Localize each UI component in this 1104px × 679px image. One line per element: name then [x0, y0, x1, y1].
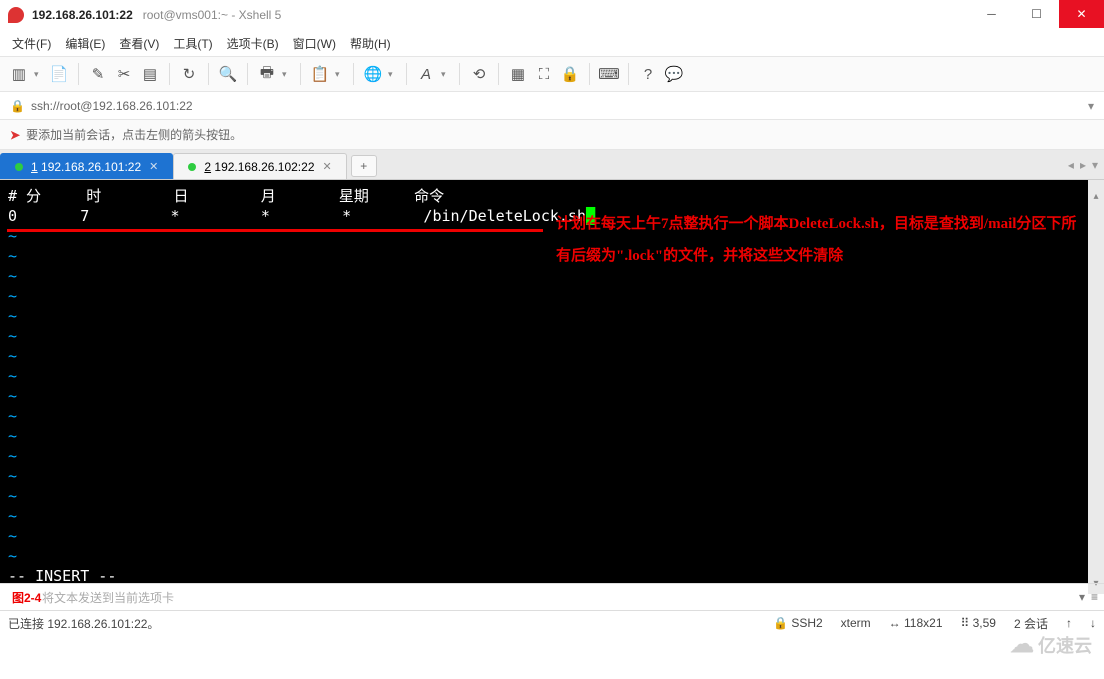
watermark-logo-icon: ☁ [1010, 630, 1034, 659]
cron-header: # 分 时 日 月 星期 命令 [8, 186, 1080, 206]
terminal-tilde: ~ [8, 466, 1080, 486]
terminal-tilde: ~ [8, 486, 1080, 506]
terminal-tilde: ~ [8, 406, 1080, 426]
address-bar: 🔒 ssh://root@192.168.26.101:22 ▾ [0, 92, 1104, 120]
title-host: 192.168.26.101:22 [32, 8, 133, 22]
terminal-tilde: ~ [8, 366, 1080, 386]
status-ssh: 🔒 SSH2 [773, 616, 823, 630]
hint-bar: ➤ 要添加当前会话，点击左侧的箭头按钮。 [0, 120, 1104, 150]
terminal-tilde: ~ [8, 346, 1080, 366]
menubar: 文件(F) 编辑(E) 查看(V) 工具(T) 选项卡(B) 窗口(W) 帮助(… [0, 30, 1104, 56]
address-url[interactable]: ssh://root@192.168.26.101:22 [31, 99, 193, 113]
fullscreen-icon[interactable]: ⛶ [533, 63, 555, 85]
status-connected: 已连接 192.168.26.101:22。 [8, 615, 159, 632]
reconnect-icon[interactable]: ↻ [178, 63, 200, 85]
open-icon[interactable]: 📄 [48, 63, 70, 85]
close-button[interactable]: ✕ [1059, 0, 1104, 28]
chat-icon[interactable]: 💬 [663, 63, 685, 85]
figure-label: 图2-4 [12, 589, 41, 606]
status-dot-icon [15, 163, 23, 171]
close-tab-icon[interactable]: ✕ [149, 160, 158, 173]
search-icon[interactable]: 🔍 [217, 63, 239, 85]
keypad-icon[interactable]: ⌨ [598, 63, 620, 85]
arrow-icon[interactable]: ➤ [10, 128, 20, 142]
tab-menu-icon[interactable]: ▾ [1092, 158, 1098, 172]
menu-edit[interactable]: 编辑(E) [65, 35, 105, 52]
menu-window[interactable]: 窗口(W) [293, 35, 336, 52]
tab-prev-icon[interactable]: ◂ [1068, 158, 1074, 172]
expand-icon[interactable]: ≡ [1091, 590, 1098, 604]
terminal-tilde: ~ [8, 306, 1080, 326]
arrow-down-icon[interactable]: ↓ [1090, 616, 1096, 630]
status-size: ↔ 118x21 [889, 616, 943, 630]
terminal-tilde: ~ [8, 526, 1080, 546]
highlight-underline [7, 229, 543, 232]
sessions-icon[interactable]: ▤ [139, 63, 161, 85]
status-sessions: 2 会话 [1014, 615, 1048, 632]
dropdown-icon[interactable]: ▾ [34, 69, 44, 80]
copy-icon[interactable]: 📋 [309, 63, 331, 85]
terminal-tilde: ~ [8, 446, 1080, 466]
new-session-icon[interactable]: ▥ [8, 63, 30, 85]
scroll-up-icon[interactable]: ▴ [1093, 191, 1098, 207]
terminal[interactable]: # 分 时 日 月 星期 命令 0 7 * * * /bin/DeleteLoc… [0, 180, 1104, 583]
grid-icon[interactable]: ▦ [507, 63, 529, 85]
menu-tabs[interactable]: 选项卡(B) [227, 35, 279, 52]
close-tab-icon[interactable]: ✕ [323, 160, 332, 173]
terminal-tilde: ~ [8, 546, 1080, 566]
font-icon[interactable]: A [415, 63, 437, 85]
dropdown-icon[interactable]: ▾ [335, 69, 345, 80]
menu-view[interactable]: 查看(V) [119, 35, 159, 52]
terminal-tilde: ~ [8, 506, 1080, 526]
minimize-button[interactable]: ─ [969, 0, 1014, 28]
menu-file[interactable]: 文件(F) [12, 35, 51, 52]
refresh-icon[interactable]: ⟲ [468, 63, 490, 85]
dropdown-icon[interactable]: ▾ [441, 69, 451, 80]
tab-next-icon[interactable]: ▸ [1080, 158, 1086, 172]
tab-session-1[interactable]: 1 192.168.26.101:22 ✕ [0, 153, 173, 179]
dropdown-icon[interactable]: ▾ [388, 69, 398, 80]
dropdown-icon[interactable]: ▾ [1088, 99, 1094, 113]
status-pos: ⠿ 3,59 [961, 616, 996, 630]
globe-icon[interactable]: 🌐 [362, 63, 384, 85]
edit-icon[interactable]: ✎ [87, 63, 109, 85]
cut-icon[interactable]: ✂ [113, 63, 135, 85]
tab-bar: 1 192.168.26.101:22 ✕ 2 192.168.26.102:2… [0, 150, 1104, 180]
arrow-up-icon[interactable]: ↑ [1066, 616, 1072, 630]
print-icon[interactable]: 🖶 [256, 63, 278, 85]
dropdown-icon[interactable]: ▾ [1079, 590, 1085, 604]
lock-icon[interactable]: 🔒 [559, 63, 581, 85]
watermark: ☁ 亿速云 [1010, 630, 1092, 659]
annotation-text: 计划在每天上午7点整执行一个脚本DeleteLock.sh，目标是查找到/mai… [556, 208, 1078, 272]
app-logo [8, 7, 24, 23]
status-term: xterm [841, 616, 871, 630]
scrollbar[interactable]: ▴ ▾ [1088, 191, 1104, 594]
broadcast-input-bar[interactable]: 图2-4 将文本发送到当前选项卡 ▾ ≡ [0, 583, 1104, 611]
lock-icon: 🔒 [10, 99, 25, 113]
tab-session-2[interactable]: 2 192.168.26.102:22 ✕ [173, 153, 346, 179]
menu-tools[interactable]: 工具(T) [173, 35, 212, 52]
dropdown-icon[interactable]: ▾ [282, 69, 292, 80]
maximize-button[interactable]: ☐ [1014, 0, 1059, 28]
hint-text: 要添加当前会话，点击左侧的箭头按钮。 [26, 126, 242, 143]
menu-help[interactable]: 帮助(H) [350, 35, 391, 52]
toolbar: ▥ ▾ 📄 ✎ ✂ ▤ ↻ 🔍 🖶 ▾ 📋 ▾ 🌐 ▾ A ▾ ⟲ ▦ ⛶ 🔒 ⌨ ? 💬 [0, 56, 1104, 92]
terminal-tilde: ~ [8, 386, 1080, 406]
terminal-tilde: ~ [8, 286, 1080, 306]
new-tab-button[interactable]: + [351, 155, 377, 177]
status-bar: 已连接 192.168.26.101:22。 🔒 SSH2 xterm ↔ 11… [0, 611, 1104, 635]
broadcast-placeholder: 将文本发送到当前选项卡 [42, 589, 174, 606]
terminal-tilde: ~ [8, 326, 1080, 346]
status-dot-icon [188, 163, 196, 171]
title-subtitle: root@vms001:~ - Xshell 5 [143, 8, 282, 22]
help-icon[interactable]: ? [637, 63, 659, 85]
terminal-tilde: ~ [8, 426, 1080, 446]
